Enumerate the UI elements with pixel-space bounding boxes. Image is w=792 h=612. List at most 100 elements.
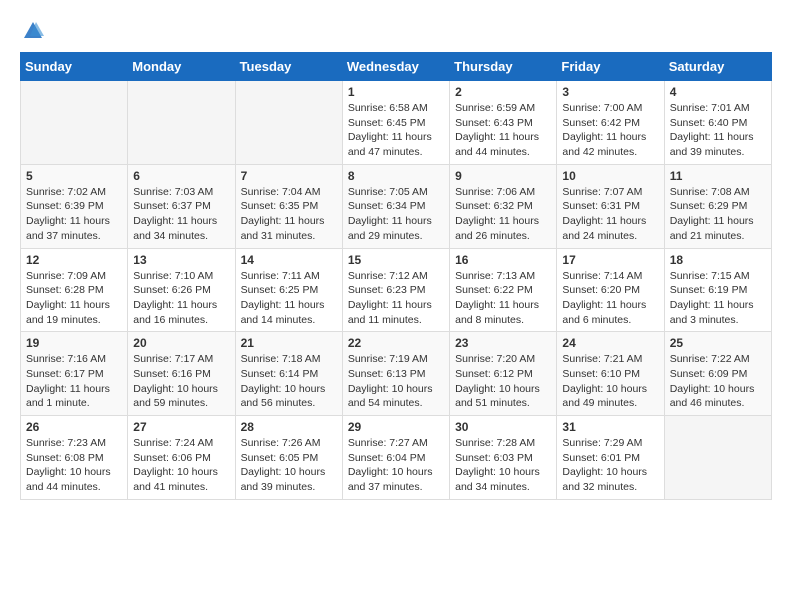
day-number: 21 (241, 336, 337, 350)
calendar-cell: 28Sunrise: 7:26 AM Sunset: 6:05 PM Dayli… (235, 416, 342, 500)
logo-icon (22, 20, 44, 42)
day-info: Sunrise: 7:11 AM Sunset: 6:25 PM Dayligh… (241, 269, 337, 328)
calendar-cell: 4 Sunrise: 7:01 AM Sunset: 6:40 PM Daylig… (664, 81, 771, 165)
day-info: Sunrise: 7:18 AM Sunset: 6:14 PM Dayligh… (241, 352, 337, 411)
day-info: Sunrise: 7:29 AM Sunset: 6:01 PM Dayligh… (562, 436, 658, 495)
column-header-friday: Friday (557, 53, 664, 81)
day-info: Sunrise: 7:16 AM Sunset: 6:17 PM Dayligh… (26, 352, 122, 411)
day-info: Sunrise: 7:15 AM Sunset: 6:19 PM Dayligh… (670, 269, 766, 328)
day-number: 31 (562, 420, 658, 434)
calendar-cell (235, 81, 342, 165)
day-info: Sunrise: 7:05 AM Sunset: 6:34 PM Dayligh… (348, 185, 444, 244)
logo (20, 20, 44, 42)
calendar-cell: 25 Sunrise: 7:22 AM Sunset: 6:09 PM Dayli… (664, 332, 771, 416)
calendar-cell: 31 Sunrise: 7:29 AM Sunset: 6:01 PM Dayli… (557, 416, 664, 500)
day-info: Sunrise: 7:23 AM Sunset: 6:08 PM Dayligh… (26, 436, 122, 495)
day-info: Sunrise: 7:07 AM Sunset: 6:31 PM Dayligh… (562, 185, 658, 244)
day-number: 12 (26, 253, 122, 267)
day-info: Sunrise: 7:21 AM Sunset: 6:10 PM Dayligh… (562, 352, 658, 411)
day-info: Sunrise: 7:27 AM Sunset: 6:04 PM Dayligh… (348, 436, 444, 495)
calendar-cell (128, 81, 235, 165)
calendar-header-row: SundayMondayTuesdayWednesdayThursdayFrid… (21, 53, 772, 81)
day-info: Sunrise: 7:20 AM Sunset: 6:12 PM Dayligh… (455, 352, 551, 411)
day-info: Sunrise: 7:14 AM Sunset: 6:20 PM Dayligh… (562, 269, 658, 328)
calendar-cell: 2 Sunrise: 6:59 AM Sunset: 6:43 PM Daylig… (450, 81, 557, 165)
day-number: 29 (348, 420, 444, 434)
calendar-cell: 18 Sunrise: 7:15 AM Sunset: 6:19 PM Dayli… (664, 248, 771, 332)
day-info: Sunrise: 6:58 AM Sunset: 6:45 PM Dayligh… (348, 101, 444, 160)
calendar-cell: 10 Sunrise: 7:07 AM Sunset: 6:31 PM Dayli… (557, 164, 664, 248)
calendar-cell (21, 81, 128, 165)
calendar-cell: 11Sunrise: 7:08 AM Sunset: 6:29 PM Dayli… (664, 164, 771, 248)
day-info: Sunrise: 7:22 AM Sunset: 6:09 PM Dayligh… (670, 352, 766, 411)
calendar-cell: 19 Sunrise: 7:16 AM Sunset: 6:17 PM Dayli… (21, 332, 128, 416)
calendar-week-5: 26 Sunrise: 7:23 AM Sunset: 6:08 PM Dayli… (21, 416, 772, 500)
calendar-cell: 30Sunrise: 7:28 AM Sunset: 6:03 PM Dayli… (450, 416, 557, 500)
day-number: 4 (670, 85, 766, 99)
day-number: 6 (133, 169, 229, 183)
calendar-cell: 26 Sunrise: 7:23 AM Sunset: 6:08 PM Dayli… (21, 416, 128, 500)
calendar-week-1: 1 Sunrise: 6:58 AM Sunset: 6:45 PM Daylig… (21, 81, 772, 165)
day-info: Sunrise: 7:19 AM Sunset: 6:13 PM Dayligh… (348, 352, 444, 411)
day-number: 9 (455, 169, 551, 183)
day-info: Sunrise: 7:17 AM Sunset: 6:16 PM Dayligh… (133, 352, 229, 411)
column-header-tuesday: Tuesday (235, 53, 342, 81)
day-number: 25 (670, 336, 766, 350)
calendar-cell: 16Sunrise: 7:13 AM Sunset: 6:22 PM Dayli… (450, 248, 557, 332)
calendar-cell: 9Sunrise: 7:06 AM Sunset: 6:32 PM Daylig… (450, 164, 557, 248)
calendar-week-4: 19 Sunrise: 7:16 AM Sunset: 6:17 PM Dayli… (21, 332, 772, 416)
day-info: Sunrise: 7:02 AM Sunset: 6:39 PM Dayligh… (26, 185, 122, 244)
day-number: 18 (670, 253, 766, 267)
column-header-saturday: Saturday (664, 53, 771, 81)
day-info: Sunrise: 6:59 AM Sunset: 6:43 PM Dayligh… (455, 101, 551, 160)
calendar-cell: 6 Sunrise: 7:03 AM Sunset: 6:37 PM Daylig… (128, 164, 235, 248)
day-number: 17 (562, 253, 658, 267)
column-header-sunday: Sunday (21, 53, 128, 81)
day-number: 8 (348, 169, 444, 183)
calendar-cell: 7Sunrise: 7:04 AM Sunset: 6:35 PM Daylig… (235, 164, 342, 248)
day-number: 23 (455, 336, 551, 350)
day-info: Sunrise: 7:24 AM Sunset: 6:06 PM Dayligh… (133, 436, 229, 495)
day-number: 26 (26, 420, 122, 434)
day-number: 1 (348, 85, 444, 99)
calendar-cell: 14Sunrise: 7:11 AM Sunset: 6:25 PM Dayli… (235, 248, 342, 332)
column-header-thursday: Thursday (450, 53, 557, 81)
calendar-cell: 23 Sunrise: 7:20 AM Sunset: 6:12 PM Dayli… (450, 332, 557, 416)
day-number: 16 (455, 253, 551, 267)
calendar-cell: 13Sunrise: 7:10 AM Sunset: 6:26 PM Dayli… (128, 248, 235, 332)
calendar-table: SundayMondayTuesdayWednesdayThursdayFrid… (20, 52, 772, 500)
calendar-cell: 21 Sunrise: 7:18 AM Sunset: 6:14 PM Dayli… (235, 332, 342, 416)
calendar-cell: 27 Sunrise: 7:24 AM Sunset: 6:06 PM Dayli… (128, 416, 235, 500)
day-info: Sunrise: 7:00 AM Sunset: 6:42 PM Dayligh… (562, 101, 658, 160)
calendar-cell: 15Sunrise: 7:12 AM Sunset: 6:23 PM Dayli… (342, 248, 449, 332)
day-number: 30 (455, 420, 551, 434)
day-info: Sunrise: 7:10 AM Sunset: 6:26 PM Dayligh… (133, 269, 229, 328)
calendar-cell (664, 416, 771, 500)
day-number: 19 (26, 336, 122, 350)
calendar-cell: 22Sunrise: 7:19 AM Sunset: 6:13 PM Dayli… (342, 332, 449, 416)
calendar-cell: 24 Sunrise: 7:21 AM Sunset: 6:10 PM Dayli… (557, 332, 664, 416)
day-info: Sunrise: 7:12 AM Sunset: 6:23 PM Dayligh… (348, 269, 444, 328)
day-number: 24 (562, 336, 658, 350)
day-number: 11 (670, 169, 766, 183)
column-header-monday: Monday (128, 53, 235, 81)
calendar-cell: 12Sunrise: 7:09 AM Sunset: 6:28 PM Dayli… (21, 248, 128, 332)
calendar-cell: 17 Sunrise: 7:14 AM Sunset: 6:20 PM Dayli… (557, 248, 664, 332)
calendar-cell: 5 Sunrise: 7:02 AM Sunset: 6:39 PM Daylig… (21, 164, 128, 248)
day-info: Sunrise: 7:03 AM Sunset: 6:37 PM Dayligh… (133, 185, 229, 244)
day-number: 3 (562, 85, 658, 99)
calendar-cell: 29 Sunrise: 7:27 AM Sunset: 6:04 PM Dayli… (342, 416, 449, 500)
day-info: Sunrise: 7:01 AM Sunset: 6:40 PM Dayligh… (670, 101, 766, 160)
day-info: Sunrise: 7:04 AM Sunset: 6:35 PM Dayligh… (241, 185, 337, 244)
calendar-week-3: 12Sunrise: 7:09 AM Sunset: 6:28 PM Dayli… (21, 248, 772, 332)
day-number: 10 (562, 169, 658, 183)
calendar-cell: 20 Sunrise: 7:17 AM Sunset: 6:16 PM Dayli… (128, 332, 235, 416)
day-number: 5 (26, 169, 122, 183)
calendar-cell: 8 Sunrise: 7:05 AM Sunset: 6:34 PM Daylig… (342, 164, 449, 248)
calendar-week-2: 5 Sunrise: 7:02 AM Sunset: 6:39 PM Daylig… (21, 164, 772, 248)
day-number: 27 (133, 420, 229, 434)
page-header (20, 20, 772, 42)
day-number: 2 (455, 85, 551, 99)
day-number: 20 (133, 336, 229, 350)
calendar-cell: 3 Sunrise: 7:00 AM Sunset: 6:42 PM Daylig… (557, 81, 664, 165)
